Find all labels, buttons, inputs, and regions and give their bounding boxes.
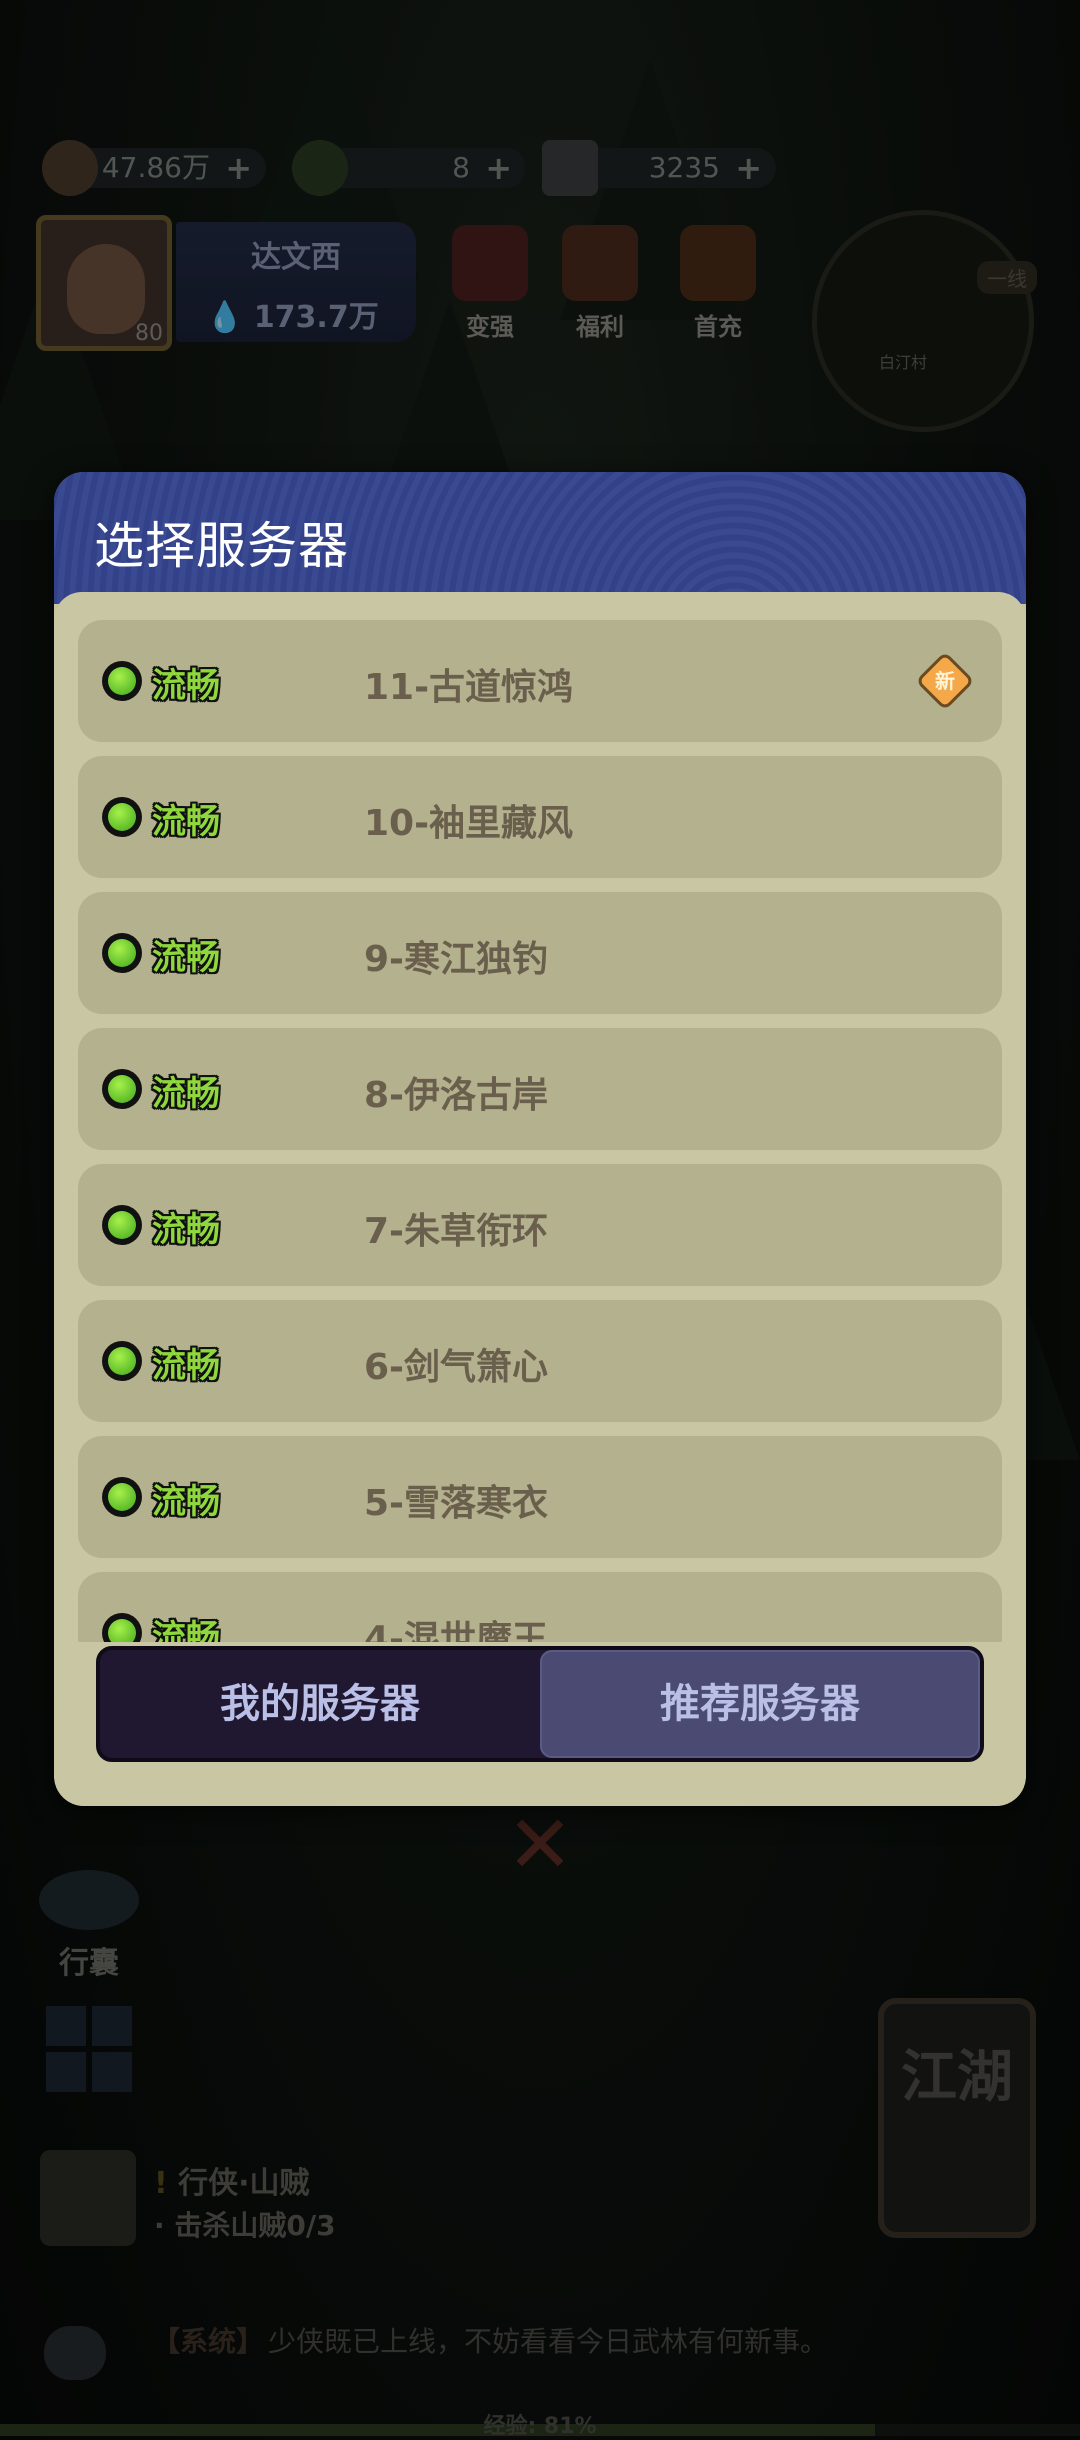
status-dot-icon [102,1477,142,1517]
server-row[interactable]: 流畅 5-雪落寒衣 [78,1436,1002,1558]
server-status: 流畅 [152,938,220,978]
server-name: 9-寒江独钓 [364,939,548,980]
server-row[interactable]: 流畅 9-寒江独钓 [78,892,1002,1014]
server-row[interactable]: 流畅 11-古道惊鸿 新 [78,620,1002,742]
status-dot-icon [102,933,142,973]
new-badge: 新 [915,651,975,711]
modal-title: 选择服务器 [94,517,349,575]
server-list[interactable]: 流畅 11-古道惊鸿新流畅 10-袖里藏风 流畅 9-寒江独钓 流畅 8-伊洛古岸 流畅 7-朱… [78,592,1002,1642]
server-row[interactable]: 流畅 6-剑气箫心 [78,1300,1002,1422]
server-name: 8-伊洛古岸 [364,1075,548,1116]
modal-body: 流畅 11-古道惊鸿新流畅 10-袖里藏风 流畅 9-寒江独钓 流畅 8-伊洛古岸 流畅 7-朱… [54,592,1026,1806]
server-name: 10-袖里藏风 [364,803,574,844]
server-status: 流畅 [152,1074,220,1114]
tab-my-servers[interactable]: 我的服务器 [100,1650,540,1758]
server-status: 流畅 [152,1210,220,1250]
server-name: 5-雪落寒衣 [364,1483,548,1524]
server-tabs: 我的服务器 推荐服务器 [96,1646,984,1762]
status-dot-icon [102,797,142,837]
status-dot-icon [102,1341,142,1381]
server-row[interactable]: 流畅 7-朱草衔环 [78,1164,1002,1286]
server-select-modal: 选择服务器 流畅 11-古道惊鸿新流畅 10-袖里藏风 流畅 9-寒江独钓 流畅 8-伊洛古… [54,472,1026,1806]
server-status: 流畅 [152,1346,220,1386]
server-row[interactable]: 流畅 10-袖里藏风 [78,756,1002,878]
server-name: 4-混世魔王 [364,1619,548,1642]
status-dot-icon [102,1613,142,1642]
status-dot-icon [102,661,142,701]
server-status: 流畅 [152,666,220,706]
server-status: 流畅 [152,1618,220,1642]
modal-header: 选择服务器 [54,472,1026,604]
server-status: 流畅 [152,802,220,842]
server-name: 6-剑气箫心 [364,1347,548,1388]
server-name: 7-朱草衔环 [364,1211,548,1252]
server-row[interactable]: 流畅 8-伊洛古岸 [78,1028,1002,1150]
server-status: 流畅 [152,1482,220,1522]
tab-recommended-servers[interactable]: 推荐服务器 [540,1650,980,1758]
status-dot-icon [102,1069,142,1109]
new-badge-label: 新 [935,669,955,693]
status-dot-icon [102,1205,142,1245]
server-row[interactable]: 流畅 4-混世魔王 [78,1572,1002,1642]
server-name: 11-古道惊鸿 [364,667,574,708]
